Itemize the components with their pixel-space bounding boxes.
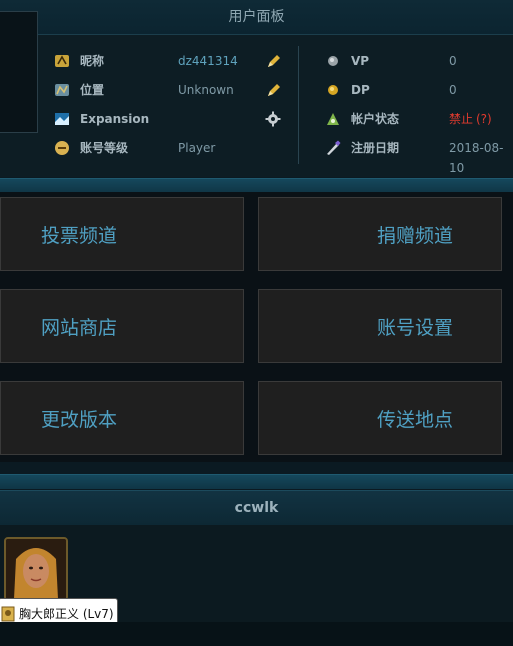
avatar-frame (0, 11, 38, 133)
pencil-icon[interactable] (266, 82, 282, 98)
vote-channel-label: 投票频道 (41, 224, 118, 247)
account-level-value: Player (178, 141, 216, 155)
dp-value: 0 (449, 83, 457, 97)
donate-channel-button[interactable]: 捐赠频道 (258, 197, 502, 271)
vote-channel-button[interactable]: 投票频道 (0, 197, 244, 271)
donate-channel-label: 捐赠频道 (376, 224, 453, 247)
nickname-value: dz441314 (178, 54, 238, 68)
account-level-label: 账号等级 (80, 141, 129, 155)
status-icon (327, 113, 339, 125)
nickname-label: 昵称 (80, 54, 105, 68)
account-settings-button[interactable]: 账号设置 (258, 289, 502, 363)
footer-bar (0, 622, 513, 646)
web-store-button[interactable]: 网站商店 (0, 289, 244, 363)
landscape-icon (55, 113, 69, 125)
change-version-button[interactable]: 更改版本 (0, 381, 244, 455)
vp-label: VP (351, 54, 370, 68)
signature-icon (55, 55, 69, 67)
dp-label: DP (351, 83, 370, 97)
account-settings-label: 账号设置 (376, 316, 453, 339)
column-divider (298, 46, 299, 164)
gold-coin-icon (328, 85, 338, 95)
panel-title: 用户面板 (228, 9, 285, 25)
map-icon (55, 84, 69, 96)
teleport-location-label: 传送地点 (376, 408, 453, 431)
expansion-label: Expansion (80, 112, 150, 126)
band-top (0, 178, 513, 193)
quill-icon (327, 140, 341, 155)
location-value: Unknown (178, 83, 234, 97)
register-date-label: 注册日期 (351, 141, 400, 155)
gear-icon[interactable] (265, 111, 281, 127)
vp-value: 0 (449, 54, 457, 68)
character-portrait[interactable] (4, 537, 68, 601)
account-status-help[interactable]: (?) (476, 109, 492, 129)
register-date-value: 2018-08-10 (449, 141, 504, 175)
band-bottom (0, 474, 513, 489)
class-icon (1, 606, 15, 622)
silver-coin-icon (328, 56, 338, 66)
helmet-icon (55, 141, 69, 155)
profile-info (0, 35, 513, 177)
location-label: 位置 (80, 83, 105, 97)
character-face-icon (6, 539, 66, 599)
account-status-value: 禁止 (449, 112, 474, 126)
web-store-label: 网站商店 (41, 316, 118, 339)
teleport-location-button[interactable]: 传送地点 (258, 381, 502, 455)
account-status-label: 帐户状态 (351, 112, 400, 126)
panel-header: 用户面板 (0, 0, 513, 35)
account-name: ccwlk (0, 490, 513, 526)
change-version-label: 更改版本 (41, 408, 118, 431)
pencil-icon[interactable] (266, 53, 282, 69)
